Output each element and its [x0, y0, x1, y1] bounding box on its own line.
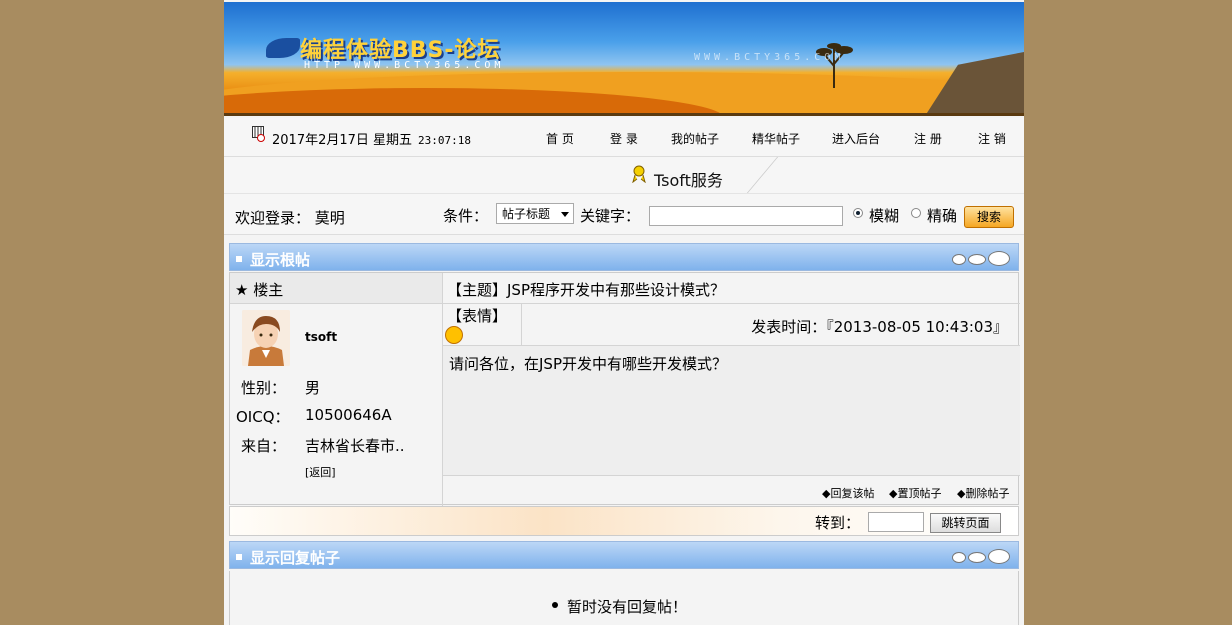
exact-radio[interactable] — [911, 208, 921, 218]
search-bar: 欢迎登录： 莫明 条件： 帖子标题 关键字： 模糊 精确 搜索 — [224, 194, 1024, 235]
page-container: 编程体验BBS-论坛 HTTP WWW.BCTY365.COM WWW.BCTY… — [224, 0, 1024, 625]
delete-post-link[interactable]: ◆删除帖子 — [957, 485, 1009, 501]
fuzzy-radio[interactable] — [853, 208, 863, 218]
oicq-label: OICQ： — [236, 408, 290, 426]
logo-url: HTTP WWW.BCTY365.COM — [304, 60, 505, 71]
root-post-title: 显示根帖 — [250, 251, 311, 269]
condition-label: 条件： — [443, 207, 489, 225]
reply-list: 暂时没有回复帖！ — [229, 571, 1019, 625]
condition-select-value: 帖子标题 — [502, 207, 551, 221]
calendar-clock-icon — [252, 126, 265, 142]
divider — [230, 303, 1020, 304]
current-time: 23:07:18 — [418, 134, 472, 147]
post-subject: 【主题】JSP程序开发中有那些设计模式？ — [447, 281, 725, 299]
from-label: 来自： — [241, 437, 287, 455]
oval-large — [988, 549, 1010, 564]
exact-radio-label: 精确 — [927, 207, 958, 225]
oval-medium — [968, 552, 986, 563]
ribbon-icon — [632, 165, 646, 183]
keyword-label: 关键字： — [580, 207, 641, 225]
nav-admin[interactable]: 进入后台 — [832, 130, 880, 147]
emoticon-icon — [445, 326, 463, 344]
window-controls-icon — [952, 549, 1012, 564]
current-date: 2017年2月17日 星期五 23:07:18 — [272, 129, 471, 148]
nav-home[interactable]: 首 页 — [546, 130, 574, 147]
nav-login[interactable]: 登 录 — [610, 130, 638, 147]
oval-large — [988, 251, 1010, 266]
bullet-icon — [552, 602, 558, 608]
welcome-text: 欢迎登录： 莫明 — [235, 209, 345, 227]
gender-value: 男 — [305, 379, 321, 397]
square-bullet-icon — [236, 554, 242, 560]
reply-title: 显示回复帖子 — [250, 549, 341, 567]
from-value: 吉林省长春市.. — [305, 437, 405, 455]
face-label: 【表情】 — [447, 307, 508, 325]
chevron-down-icon — [561, 212, 569, 217]
banner-watermark-url: WWW.BCTY365.COM — [694, 52, 845, 63]
oval-small — [952, 254, 966, 265]
pin-post-link[interactable]: ◆置顶帖子 — [889, 485, 941, 501]
square-bullet-icon — [236, 256, 242, 262]
page-number-input[interactable] — [868, 512, 924, 532]
empty-replies-text: 暂时没有回复帖！ — [567, 598, 688, 616]
nav-register[interactable]: 注 册 — [914, 130, 942, 147]
avatar — [242, 310, 290, 366]
keyword-input[interactable] — [649, 206, 843, 226]
post-content: 请问各位，在JSP开发中有哪些开发模式？ — [449, 355, 727, 373]
logo-bird-icon — [266, 38, 300, 58]
post-time: 发表时间：『2013-08-05 10:43:03』 — [751, 318, 1008, 336]
username[interactable]: tsoft — [305, 330, 337, 344]
nav-featured-posts[interactable]: 精华帖子 — [752, 130, 800, 147]
tab-divider — [718, 157, 779, 193]
divider — [442, 345, 1020, 346]
divider — [521, 303, 522, 345]
top-nav: 2017年2月17日 星期五 23:07:18 首 页 登 录 我的帖子 精华帖子… — [224, 118, 1024, 157]
gender-label: 性别： — [241, 379, 287, 397]
owner-label: ★ 楼主 — [235, 281, 284, 299]
date-text: 2017年2月17日 星期五 — [272, 133, 413, 148]
search-button[interactable]: 搜索 — [964, 206, 1014, 228]
fuzzy-radio-label: 模糊 — [869, 207, 900, 225]
condition-select[interactable]: 帖子标题 — [496, 203, 574, 224]
oicq-value: 10500646A — [305, 406, 392, 424]
root-post-header: 显示根帖 — [229, 243, 1019, 271]
jump-button[interactable]: 跳转页面 — [930, 513, 1001, 533]
nav-logout[interactable]: 注 销 — [978, 130, 1006, 147]
window-controls-icon — [952, 251, 1012, 266]
pagination-jump: 转到： 跳转页面 — [229, 506, 1019, 536]
jump-label: 转到： — [815, 514, 861, 532]
banner-divider — [224, 113, 1024, 116]
reply-post-link[interactable]: ◆回复该帖 — [822, 485, 874, 501]
divider — [442, 475, 1020, 476]
back-link[interactable]: [返回] — [305, 464, 336, 480]
divider — [442, 273, 443, 506]
tree-icon — [816, 43, 853, 88]
post-table: ★ 楼主 【主题】JSP程序开发中有那些设计模式？ tsoft 性别： 男 OI… — [229, 272, 1020, 506]
site-banner: 编程体验BBS-论坛 HTTP WWW.BCTY365.COM WWW.BCTY… — [224, 2, 1024, 116]
oval-small — [952, 552, 966, 563]
service-label[interactable]: Tsoft服务 — [654, 167, 723, 191]
reply-header: 显示回复帖子 — [229, 541, 1019, 569]
oval-medium — [968, 254, 986, 265]
nav-my-posts[interactable]: 我的帖子 — [671, 130, 719, 147]
service-bar: Tsoft服务 — [224, 157, 1024, 194]
